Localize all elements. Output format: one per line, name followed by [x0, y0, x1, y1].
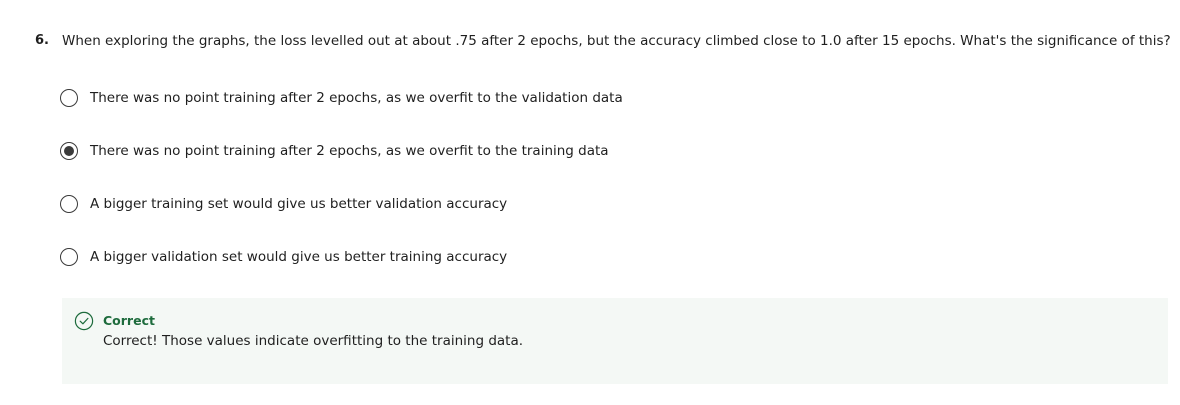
option-label: A bigger validation set would give us be… [90, 249, 508, 265]
option-2[interactable]: There was no point training after 2 epoc… [60, 139, 609, 163]
feedback-status: Correct [103, 313, 155, 328]
option-3[interactable]: A bigger training set would give us bett… [60, 192, 507, 216]
question-number: 6. [35, 33, 49, 48]
radio-button-unselected[interactable] [60, 195, 78, 213]
option-label: A bigger training set would give us bett… [90, 196, 508, 212]
check-circle-icon [74, 311, 94, 331]
option-1[interactable]: There was no point training after 2 epoc… [60, 86, 623, 110]
radio-dot [64, 146, 74, 156]
option-label: There was no point training after 2 epoc… [90, 90, 623, 106]
radio-button-unselected[interactable] [60, 89, 78, 107]
feedback-panel: Correct Correct! Those values indicate o… [62, 298, 1168, 384]
radio-button-unselected[interactable] [60, 248, 78, 266]
quiz-question: 6. When exploring the graphs, the loss l… [0, 0, 1180, 405]
radio-button-selected[interactable] [60, 142, 78, 160]
option-4[interactable]: A bigger validation set would give us be… [60, 245, 507, 269]
feedback-message: Correct! Those values indicate overfitti… [103, 333, 524, 349]
question-text: When exploring the graphs, the loss leve… [62, 33, 1171, 49]
option-label: There was no point training after 2 epoc… [90, 143, 609, 159]
